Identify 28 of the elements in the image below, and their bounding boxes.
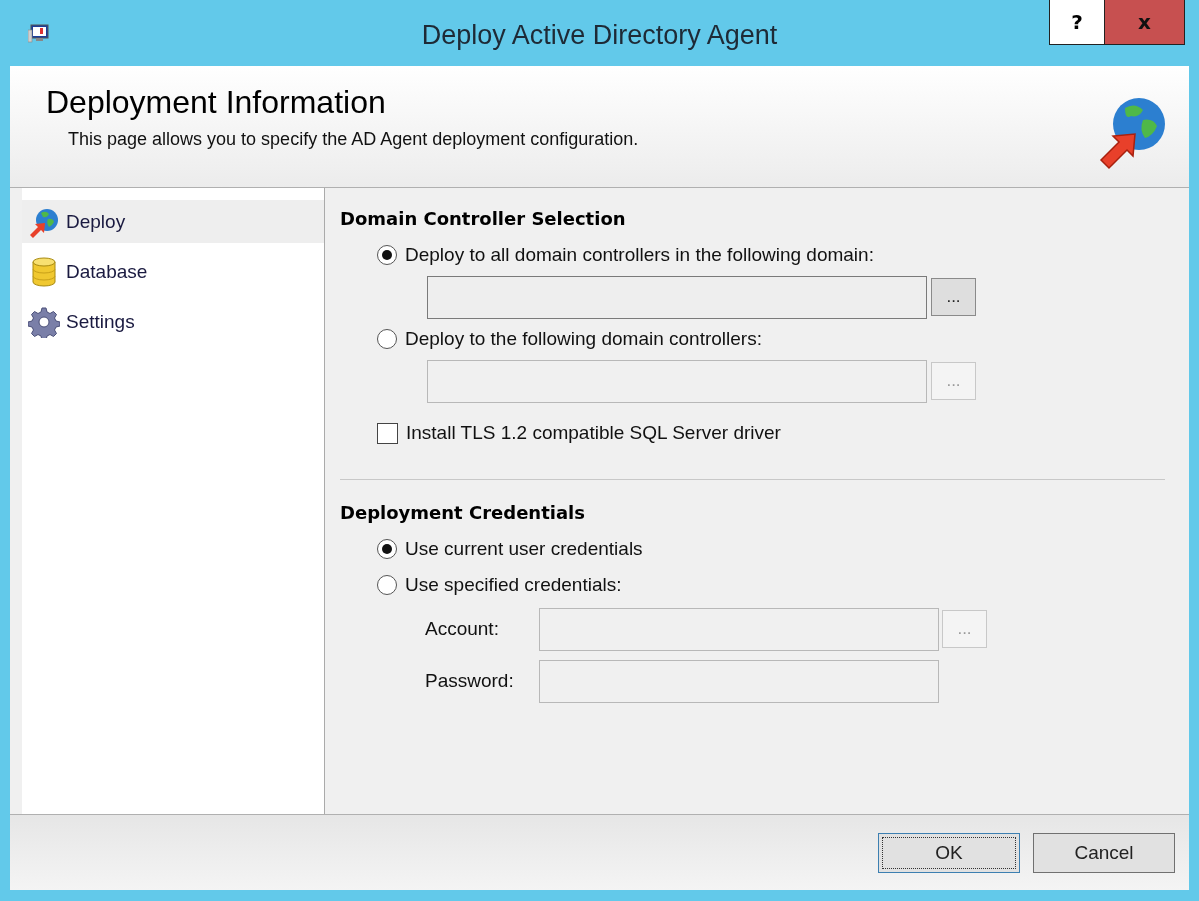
window-title: Deploy Active Directory Agent (421, 20, 778, 51)
browse-button[interactable]: ... (931, 278, 976, 316)
page-description: This page allows you to specify the AD Agent deployment configuration. (68, 129, 639, 150)
radio-label: Use specified credentials: (405, 574, 622, 596)
sidebar-item[interactable]: Settings (22, 300, 324, 343)
checkbox[interactable] (377, 422, 398, 444)
radio-button[interactable] (377, 575, 397, 595)
sidebar-item[interactable]: Database (22, 250, 324, 293)
app-icon (28, 24, 50, 44)
field-label: Password: (425, 670, 515, 692)
text-field[interactable] (427, 275, 927, 319)
page-title: Deployment Information (46, 84, 387, 121)
section-heading: Domain Controller Selection (340, 208, 627, 229)
close-button[interactable]: x (1105, 0, 1185, 45)
radio-button[interactable] (377, 539, 397, 559)
radio-label: Deploy to all domain controllers in the following domain: (405, 244, 874, 266)
radio-button[interactable] (377, 245, 397, 265)
dialog-button[interactable]: Cancel (1033, 832, 1175, 873)
gear-icon (28, 305, 60, 338)
radio-label: Use current user credentials (405, 538, 643, 560)
checkbox-label: Install TLS 1.2 compatible SQL Server driver (406, 422, 781, 444)
radio-button[interactable] (377, 329, 397, 349)
help-button[interactable]: ? (1049, 0, 1105, 45)
radio-label: Deploy to the following domain controllers: (405, 328, 762, 350)
field-label: Account: (425, 618, 500, 640)
dialog-button[interactable]: OK (878, 832, 1020, 873)
sidebar-item[interactable]: Deploy (22, 200, 324, 243)
section-heading: Deployment Credentials (340, 502, 586, 523)
